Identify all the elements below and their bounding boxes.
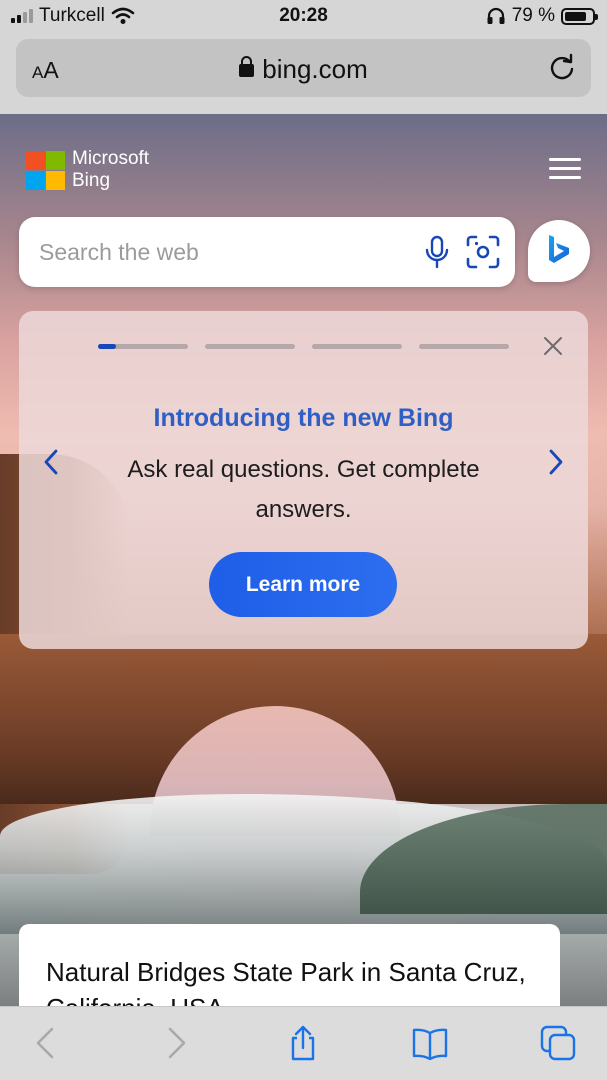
learn-more-button[interactable]: Learn more — [209, 552, 397, 617]
reload-icon[interactable] — [547, 53, 577, 83]
promo-progress-3 — [312, 344, 402, 349]
status-right: 79 % — [486, 5, 598, 27]
lock-icon — [239, 56, 255, 77]
forward-icon[interactable] — [158, 1025, 194, 1061]
visual-search-icon[interactable] — [465, 234, 501, 270]
url-display[interactable]: bing.com — [16, 54, 591, 85]
menu-icon[interactable] — [549, 158, 581, 180]
new-bing-promo-card: Introducing the new Bing Ask real questi… — [19, 311, 588, 649]
bing-chat-button[interactable] — [528, 220, 590, 282]
url-text: bing.com — [262, 54, 368, 84]
tabs-icon[interactable] — [540, 1025, 576, 1061]
search-input[interactable] — [39, 235, 409, 269]
search-box — [19, 217, 515, 287]
promo-progress-1 — [98, 344, 188, 349]
bing-homepage: Microsoft Bing Search the web Introducin… — [0, 114, 607, 1006]
headphones-icon — [487, 7, 505, 24]
bookmarks-icon[interactable] — [412, 1025, 448, 1061]
promo-progress-2 — [205, 344, 295, 349]
image-of-the-day-card[interactable]: Natural Bridges State Park in Santa Cruz… — [19, 924, 560, 1006]
share-icon[interactable] — [285, 1025, 321, 1061]
promo-progress-4 — [419, 344, 509, 349]
close-icon[interactable] — [542, 335, 564, 357]
battery-icon — [561, 7, 598, 25]
browser-toolbar — [0, 1006, 607, 1080]
status-bar: Turkcell 20:28 79 % — [0, 0, 607, 34]
address-bar[interactable]: AA bing.com — [16, 39, 591, 97]
back-icon[interactable] — [28, 1025, 64, 1061]
microphone-icon[interactable] — [424, 235, 450, 269]
microsoft-logo-icon — [26, 150, 65, 190]
battery-percent: 79 % — [511, 5, 555, 26]
chevron-right-icon[interactable] — [544, 445, 568, 479]
battery-level — [565, 11, 586, 21]
browser-address-area: AA bing.com — [0, 34, 607, 114]
promo-title: Introducing the new Bing — [153, 404, 454, 432]
bing-chat-icon — [549, 235, 569, 263]
logo-text-bing: Bing — [72, 170, 111, 191]
image-of-the-day-title: Natural Bridges State Park in Santa Cruz… — [46, 957, 526, 1006]
chevron-left-icon[interactable] — [39, 445, 63, 479]
microsoft-bing-logo[interactable]: Microsoft Bing — [26, 148, 149, 192]
logo-text-microsoft: Microsoft — [72, 148, 150, 169]
promo-description: Ask real questions. Get complete answers… — [127, 456, 480, 523]
